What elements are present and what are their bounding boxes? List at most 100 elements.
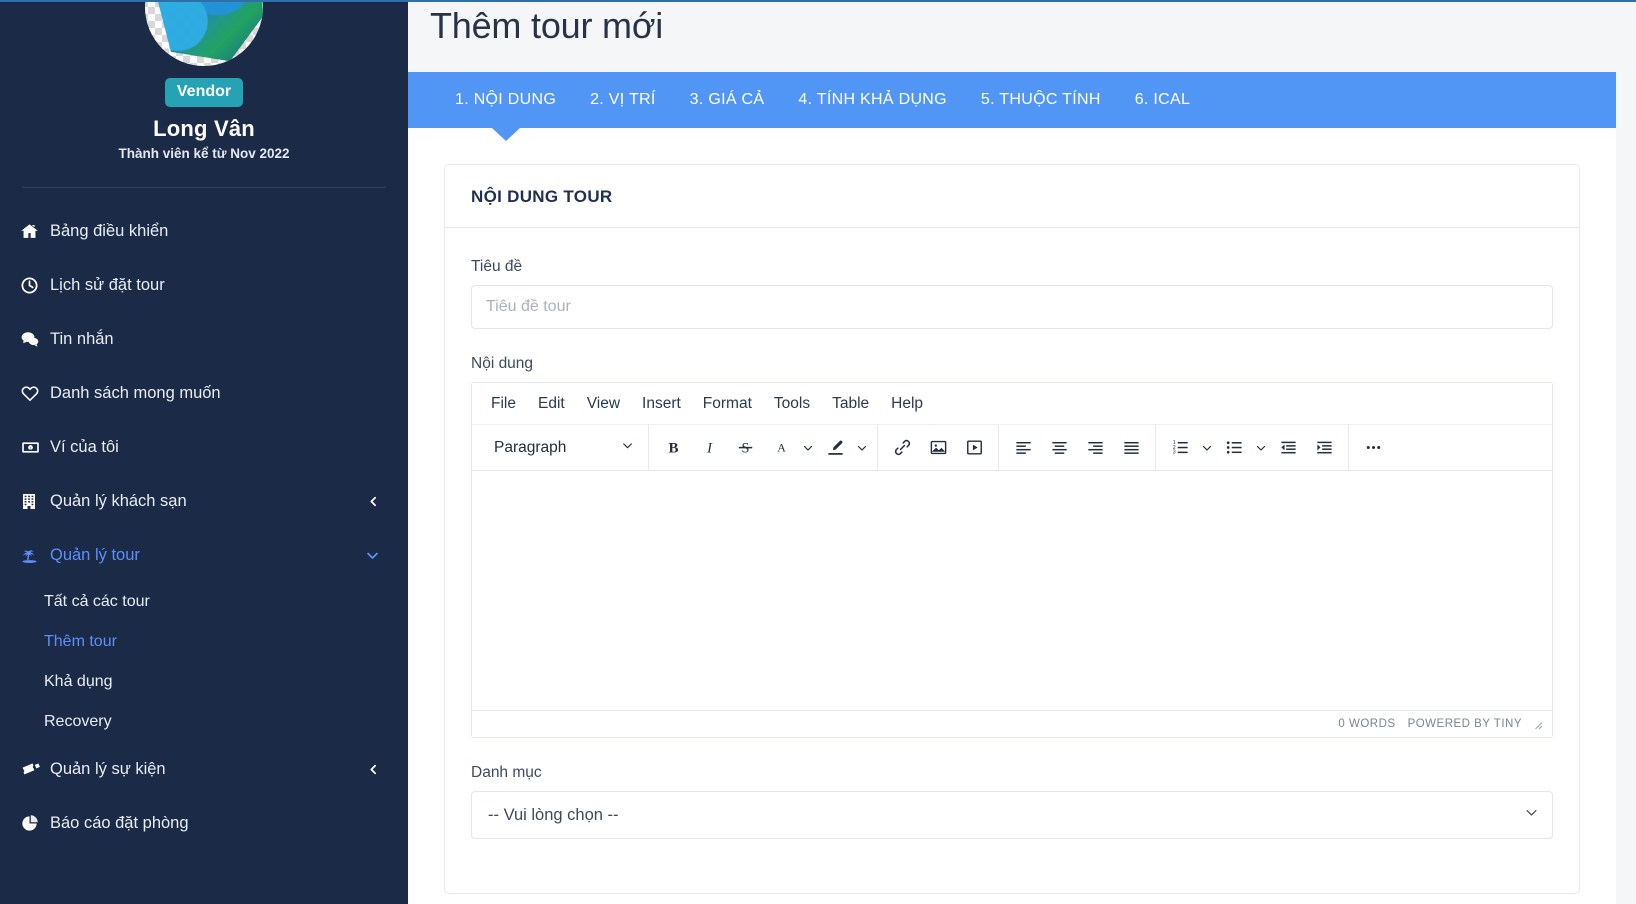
sidebar-subitem-availability[interactable]: Khả dụng bbox=[0, 662, 408, 702]
sidebar-subitem-label: Recovery bbox=[44, 713, 112, 730]
category-select-value: -- Vui lòng chọn -- bbox=[488, 805, 619, 824]
main-content: Thêm tour mới 1. NỘI DUNG 2. VỊ TRÍ 3. G… bbox=[408, 0, 1636, 904]
profile-name: Long Vân bbox=[153, 116, 255, 141]
sidebar-subitem-label: Tất cả các tour bbox=[44, 593, 150, 610]
media-icon[interactable] bbox=[958, 432, 990, 464]
menu-insert[interactable]: Insert bbox=[631, 391, 692, 417]
sidebar-item-wishlist[interactable]: Danh sách mong muốn bbox=[0, 366, 408, 420]
align-justify-icon[interactable] bbox=[1115, 432, 1147, 464]
strikethrough-icon[interactable]: S bbox=[729, 432, 761, 464]
text-color-icon[interactable]: A bbox=[765, 432, 797, 464]
style-select[interactable]: Paragraph bbox=[482, 432, 642, 464]
pie-chart-icon bbox=[20, 814, 50, 833]
highlight-chevron-down-icon[interactable] bbox=[853, 432, 871, 464]
sidebar-item-booking-history[interactable]: Lịch sử đặt tour bbox=[0, 258, 408, 312]
bold-icon[interactable]: B bbox=[657, 432, 689, 464]
tab-gia-ca[interactable]: 3. GIÁ CẢ bbox=[673, 91, 782, 109]
toolbar-group-styles: Paragraph bbox=[476, 424, 649, 471]
member-since: Thành viên kể từ Nov 2022 bbox=[118, 146, 290, 161]
sidebar: Vendor Long Vân Thành viên kể từ Nov 202… bbox=[0, 0, 408, 904]
tab-thuoc-tinh[interactable]: 5. THUỘC TÍNH bbox=[964, 91, 1118, 109]
chevron-left-icon[interactable] bbox=[367, 763, 380, 776]
sidebar-item-wallet[interactable]: 1 Ví của tôi bbox=[0, 420, 408, 474]
style-select-value: Paragraph bbox=[494, 438, 567, 456]
title-field-group: Tiêu đề bbox=[471, 258, 1553, 330]
sidebar-subitem-add-tour[interactable]: Thêm tour bbox=[0, 622, 408, 662]
menu-file[interactable]: File bbox=[480, 391, 527, 417]
bullet-list-chevron-down-icon[interactable] bbox=[1252, 432, 1270, 464]
sidebar-subitem-all-tours[interactable]: Tất cả các tour bbox=[0, 582, 408, 622]
tab-vi-tri[interactable]: 2. VỊ TRÍ bbox=[573, 91, 673, 109]
sidebar-item-tour-management[interactable]: Quản lý tour bbox=[0, 528, 408, 582]
main-inner: Thêm tour mới 1. NỘI DUNG 2. VỊ TRÍ 3. G… bbox=[408, 0, 1616, 904]
highlight-color-icon[interactable] bbox=[819, 432, 851, 464]
chat-icon bbox=[20, 330, 50, 349]
sidebar-item-label: Lịch sử đặt tour bbox=[50, 275, 165, 294]
tab-ical[interactable]: 6. ICAL bbox=[1118, 91, 1207, 109]
toolbar-group-lists: 123 bbox=[1156, 424, 1349, 471]
menu-table[interactable]: Table bbox=[821, 391, 880, 417]
indent-icon[interactable] bbox=[1308, 432, 1340, 464]
tour-title-input[interactable] bbox=[471, 285, 1553, 330]
tour-content-card: NỘI DUNG TOUR Tiêu đề Nội dung File bbox=[444, 164, 1580, 895]
tab-noi-dung[interactable]: 1. NỘI DUNG bbox=[438, 91, 573, 109]
title-field-label: Tiêu đề bbox=[471, 258, 523, 276]
menu-help[interactable]: Help bbox=[880, 391, 934, 417]
menu-format[interactable]: Format bbox=[692, 391, 763, 417]
sidebar-nav: Bảng điều khiển Lịch sử đặt tour Tin nhắ… bbox=[0, 204, 408, 850]
italic-icon[interactable]: I bbox=[693, 432, 725, 464]
sidebar-item-label: Tin nhắn bbox=[50, 329, 114, 348]
category-field-group: Danh mục -- Vui lòng chọn -- bbox=[471, 764, 1553, 840]
align-center-icon[interactable] bbox=[1043, 432, 1075, 464]
svg-text:B: B bbox=[668, 441, 678, 457]
active-tab-indicator bbox=[492, 128, 520, 142]
tab-tinh-kha-dung[interactable]: 4. TÍNH KHẢ DỤNG bbox=[781, 91, 964, 109]
card-title: NỘI DUNG TOUR bbox=[471, 187, 613, 207]
category-select[interactable]: -- Vui lòng chọn -- bbox=[471, 791, 1553, 840]
wallet-icon: 1 bbox=[20, 438, 50, 457]
sidebar-item-messages[interactable]: Tin nhắn bbox=[0, 312, 408, 366]
avatar bbox=[145, 0, 263, 66]
sidebar-item-event-management[interactable]: Quản lý sự kiện bbox=[0, 742, 408, 796]
editor-status-bar: 0 WORDS POWERED BY TINY bbox=[472, 711, 1552, 737]
menu-view[interactable]: View bbox=[576, 391, 631, 417]
rich-text-editor: File Edit View Insert Format Tools Table… bbox=[471, 382, 1553, 739]
image-icon[interactable] bbox=[922, 432, 954, 464]
sidebar-item-dashboard[interactable]: Bảng điều khiển bbox=[0, 204, 408, 258]
vendor-badge: Vendor bbox=[164, 78, 244, 107]
sidebar-item-hotel-management[interactable]: Quản lý khách sạn bbox=[0, 474, 408, 528]
sidebar-subitem-recovery[interactable]: Recovery bbox=[0, 702, 408, 742]
chevron-down-icon[interactable] bbox=[365, 548, 380, 563]
link-icon[interactable] bbox=[886, 432, 918, 464]
outdent-icon[interactable] bbox=[1272, 432, 1304, 464]
scrollbar-gutter[interactable] bbox=[1616, 0, 1636, 904]
align-left-icon[interactable] bbox=[1007, 432, 1039, 464]
resize-handle-icon[interactable] bbox=[1530, 717, 1544, 731]
category-field-label: Danh mục bbox=[471, 764, 542, 782]
page-title: Thêm tour mới bbox=[430, 5, 664, 46]
avatar-image bbox=[154, 0, 263, 62]
align-right-icon[interactable] bbox=[1079, 432, 1111, 464]
sidebar-item-label: Quản lý tour bbox=[50, 545, 140, 564]
numbered-list-chevron-down-icon[interactable] bbox=[1198, 432, 1216, 464]
bullet-list-icon[interactable] bbox=[1218, 432, 1250, 464]
toolbar-group-insert bbox=[878, 424, 999, 471]
menu-tools[interactable]: Tools bbox=[763, 391, 821, 417]
sidebar-item-label: Báo cáo đặt phòng bbox=[50, 813, 189, 832]
numbered-list-icon[interactable]: 123 bbox=[1164, 432, 1196, 464]
chevron-down-icon bbox=[621, 439, 634, 457]
home-icon bbox=[20, 222, 50, 241]
sidebar-item-label: Danh sách mong muốn bbox=[50, 383, 221, 402]
text-color-chevron-down-icon[interactable] bbox=[799, 432, 817, 464]
ticket-icon bbox=[20, 760, 50, 779]
menu-edit[interactable]: Edit bbox=[527, 391, 576, 417]
sidebar-submenu-tour: Tất cả các tour Thêm tour Khả dụng Recov… bbox=[0, 582, 408, 742]
heart-icon bbox=[20, 384, 50, 403]
content-field-label: Nội dung bbox=[471, 355, 534, 373]
more-icon[interactable] bbox=[1357, 432, 1389, 464]
editor-content-area[interactable] bbox=[472, 471, 1552, 712]
app-root: Vendor Long Vân Thành viên kể từ Nov 202… bbox=[0, 0, 1636, 904]
sidebar-item-booking-report[interactable]: Báo cáo đặt phòng bbox=[0, 796, 408, 850]
chevron-left-icon[interactable] bbox=[367, 495, 380, 508]
sidebar-item-label: Quản lý khách sạn bbox=[50, 491, 187, 510]
